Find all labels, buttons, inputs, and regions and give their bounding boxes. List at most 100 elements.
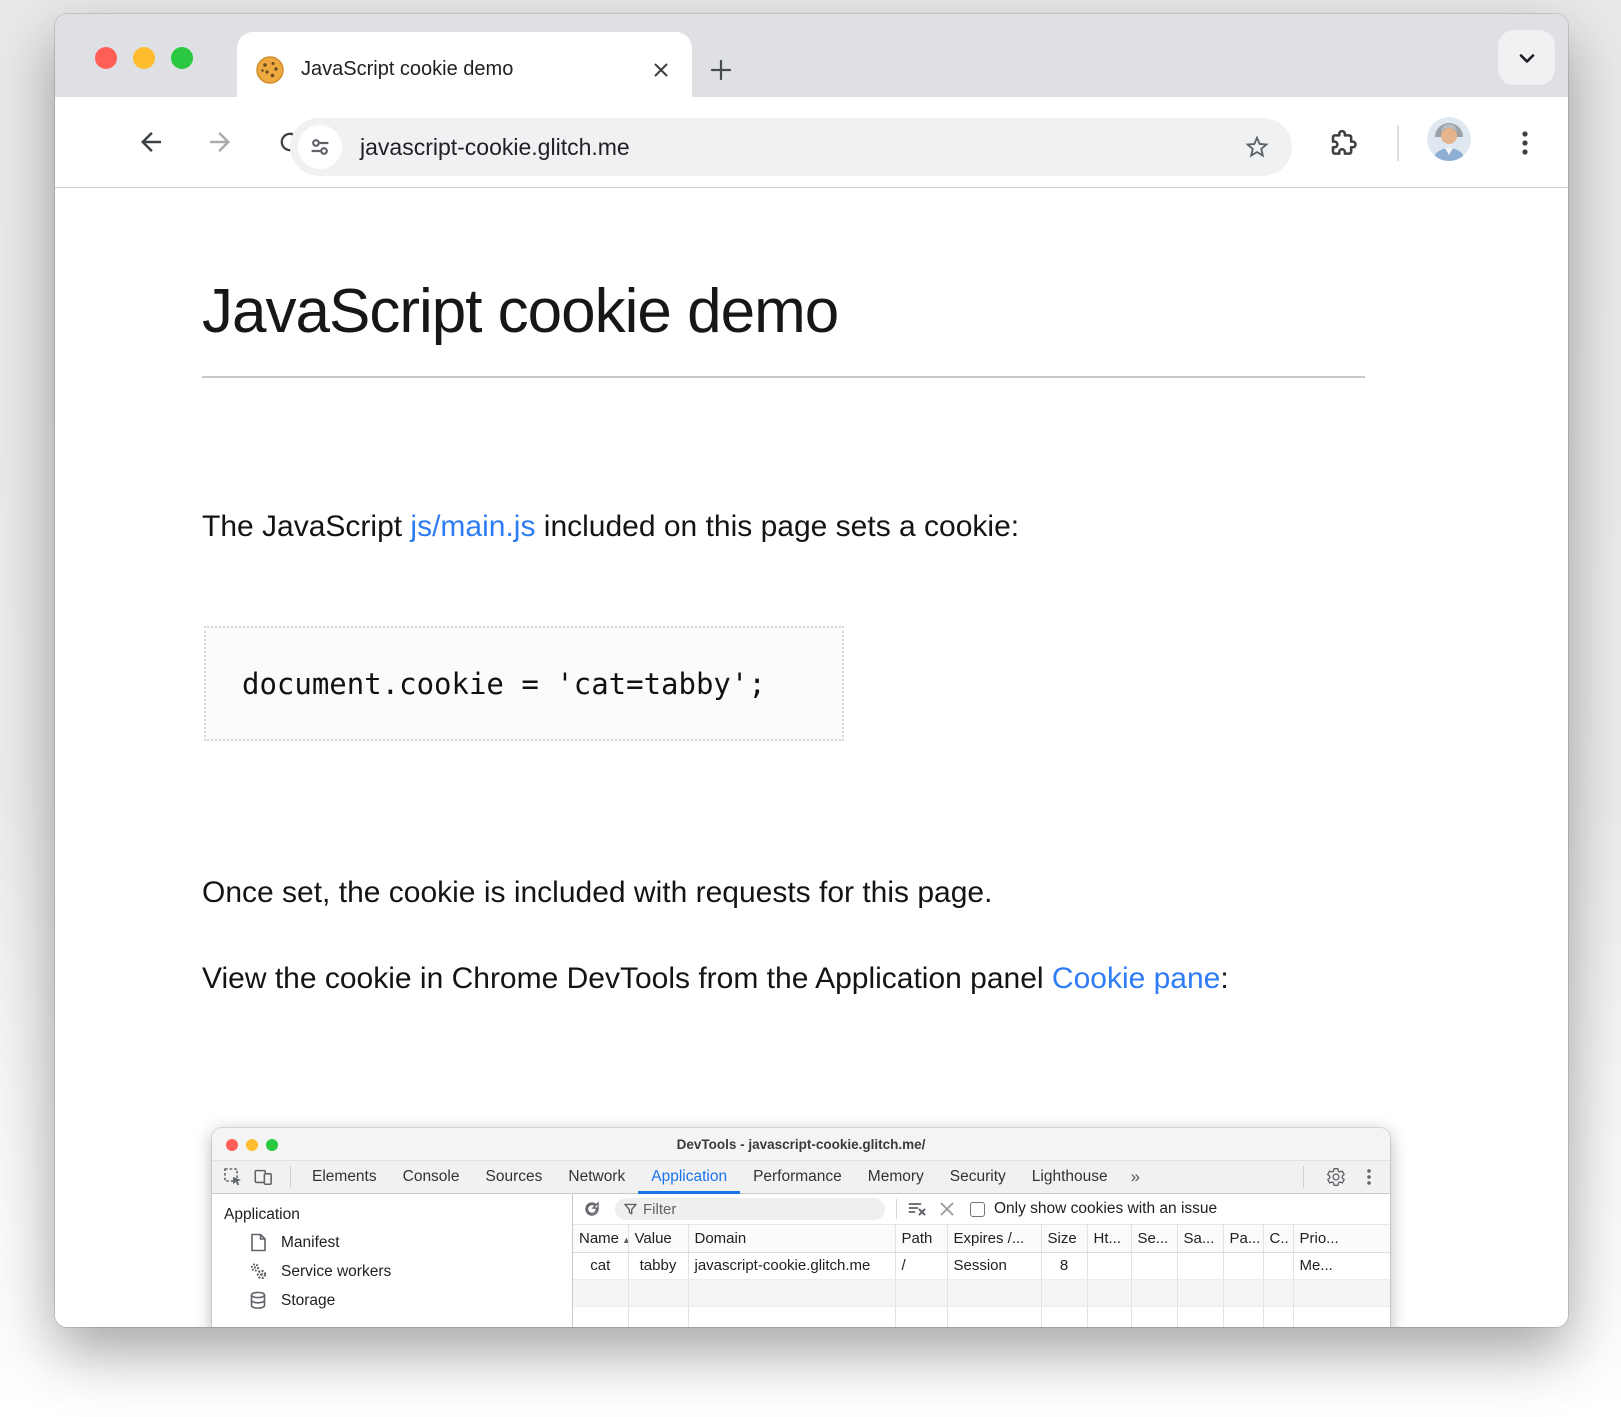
table-header-row: Name▲ Value Domain Path Expires /... Siz… [573, 1225, 1390, 1252]
code-text: document.cookie = 'cat=tabby'; [242, 667, 766, 701]
back-button[interactable] [135, 126, 167, 158]
file-icon [248, 1233, 268, 1253]
col-header-name: Name▲ [573, 1225, 628, 1252]
new-tab-button[interactable] [703, 52, 739, 88]
cell-httponly [1087, 1252, 1131, 1279]
code-block: document.cookie = 'cat=tabby'; [204, 626, 844, 741]
cell-domain: javascript-cookie.glitch.me [688, 1252, 895, 1279]
sidebar-item-label: Service workers [281, 1263, 391, 1281]
devtools-tab-lighthouse: Lighthouse [1019, 1161, 1121, 1194]
cookie-favicon-icon [255, 55, 285, 85]
cell-samesite [1177, 1252, 1223, 1279]
paragraph-sets-cookie: The JavaScript js/main.js included on th… [202, 500, 1019, 553]
sidebar-item-service-workers: Service workers [212, 1257, 572, 1286]
browser-tab[interactable]: JavaScript cookie demo [237, 32, 692, 97]
tune-icon [308, 135, 332, 159]
cell-secure [1131, 1252, 1177, 1279]
devtools-tab-performance: Performance [740, 1161, 855, 1194]
clear-filter-icon [906, 1198, 928, 1220]
sidebar-item-label: Manifest [281, 1234, 340, 1252]
col-header-path: Path [895, 1225, 947, 1252]
address-bar[interactable]: javascript-cookie.glitch.me [290, 118, 1292, 176]
devtools-tab-memory: Memory [855, 1161, 937, 1194]
browser-window: JavaScript cookie demo [55, 14, 1568, 1327]
site-settings-chip[interactable] [298, 125, 342, 169]
main-js-link[interactable]: js/main.js [410, 510, 535, 543]
devtools-settings-gear-icon [1326, 1167, 1346, 1187]
sidebar-section-application: Application [212, 1202, 572, 1228]
paragraph-text: View the cookie in Chrome DevTools from … [202, 962, 1052, 995]
paragraph-text: : [1220, 962, 1228, 995]
extensions-button[interactable] [1327, 127, 1359, 159]
device-toolbar-icon [252, 1166, 274, 1188]
col-header-secure: Se... [1131, 1225, 1177, 1252]
more-tabs-icon: » [1121, 1167, 1150, 1187]
cookies-toolbar: Only show cookies with an issue [573, 1194, 1390, 1225]
refresh-icon [581, 1198, 603, 1220]
sidebar-item-storage: Storage [212, 1286, 572, 1315]
devtools-screenshot: DevTools - javascript-cookie.glitch.me/ [212, 1128, 1390, 1327]
tab-close-icon[interactable] [648, 57, 674, 83]
col-header-c: C.. [1263, 1225, 1293, 1252]
issue-checkbox [970, 1202, 985, 1217]
col-header-partition: Pa... [1223, 1225, 1263, 1252]
funnel-icon [624, 1203, 637, 1216]
star-icon [1243, 133, 1271, 161]
devtools-divider [290, 1166, 291, 1188]
sidebar-item-manifest: Manifest [212, 1228, 572, 1257]
devtools-cookies-panel: Only show cookies with an issue Name▲ Va… [573, 1194, 1390, 1327]
devtools-tab-elements: Elements [299, 1161, 390, 1194]
paragraph-text: The JavaScript [202, 510, 410, 543]
sort-ascending-icon: ▲ [622, 1235, 628, 1245]
empty-row [573, 1279, 1390, 1306]
gears-icon [248, 1262, 268, 1282]
chevron-down-icon [1515, 46, 1539, 70]
profile-avatar[interactable] [1427, 117, 1471, 161]
tab-title: JavaScript cookie demo [301, 58, 648, 81]
devtools-tab-bar: Elements Console Sources Network Applica… [212, 1161, 1390, 1194]
cell-value: tabby [628, 1252, 688, 1279]
cookie-pane-link[interactable]: Cookie pane [1052, 962, 1220, 995]
tab-search-button[interactable] [1498, 30, 1555, 85]
delete-all-icon [936, 1198, 958, 1220]
col-header-expires: Expires /... [947, 1225, 1041, 1252]
cell-c [1263, 1252, 1293, 1279]
url-text: javascript-cookie.glitch.me [360, 134, 1242, 161]
devtools-close-icon [226, 1139, 238, 1151]
devtools-tab-security: Security [937, 1161, 1019, 1194]
col-header-value: Value [628, 1225, 688, 1252]
horizontal-rule [202, 376, 1365, 378]
devtools-tab-network: Network [555, 1161, 638, 1194]
toolbar-divider [896, 1199, 897, 1219]
maximize-window-button[interactable] [171, 47, 193, 69]
cookie-filter-field [615, 1198, 885, 1220]
issue-checkbox-label: Only show cookies with an issue [994, 1200, 1217, 1218]
browser-menu-button[interactable] [1511, 128, 1539, 158]
cell-name: cat [573, 1252, 628, 1279]
forward-button[interactable] [204, 126, 236, 158]
cell-path: / [895, 1252, 947, 1279]
devtools-divider [1303, 1166, 1304, 1188]
col-header-samesite: Sa... [1177, 1225, 1223, 1252]
devtools-tab-console: Console [390, 1161, 473, 1194]
cookies-table: Name▲ Value Domain Path Expires /... Siz… [573, 1225, 1390, 1327]
col-header-priority: Prio... [1293, 1225, 1390, 1252]
inspect-element-icon [222, 1166, 244, 1188]
sidebar-item-label: Storage [281, 1292, 335, 1310]
devtools-maximize-icon [266, 1139, 278, 1151]
filter-input [643, 1201, 876, 1218]
devtools-titlebar: DevTools - javascript-cookie.glitch.me/ [212, 1128, 1390, 1161]
cell-partition [1223, 1252, 1263, 1279]
devtools-window-title: DevTools - javascript-cookie.glitch.me/ [677, 1137, 926, 1152]
puzzle-icon [1327, 127, 1359, 159]
paragraph-view-cookie: View the cookie in Chrome DevTools from … [202, 952, 1242, 1005]
minimize-window-button[interactable] [133, 47, 155, 69]
tab-strip: JavaScript cookie demo [55, 14, 1568, 97]
empty-row [573, 1306, 1390, 1327]
col-header-httponly: Ht... [1087, 1225, 1131, 1252]
close-window-button[interactable] [95, 47, 117, 69]
devtools-tab-application: Application [638, 1161, 740, 1194]
page-content: JavaScript cookie demo The JavaScript js… [55, 188, 1568, 1327]
cell-size: 8 [1041, 1252, 1087, 1279]
bookmark-button[interactable] [1242, 132, 1272, 162]
